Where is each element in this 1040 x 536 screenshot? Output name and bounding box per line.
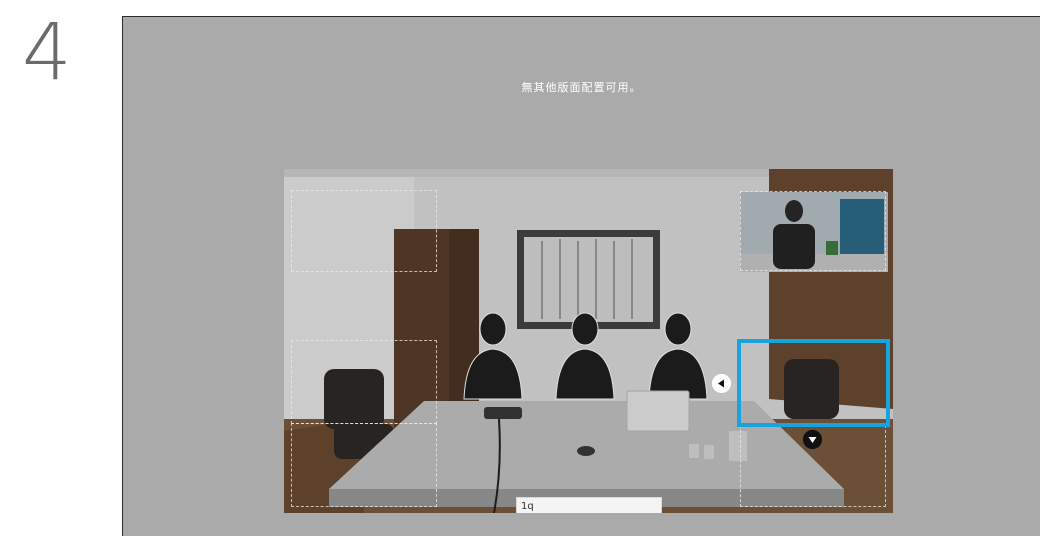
triangle-down-icon <box>803 430 822 449</box>
no-layouts-message: 無其他版面配置可用。 <box>521 81 642 94</box>
layout-slot-top-right[interactable] <box>740 191 886 271</box>
move-left-button[interactable] <box>712 374 731 393</box>
layout-slot-bottom-left[interactable] <box>291 423 437 507</box>
layout-preview: 1q <box>284 169 893 513</box>
selected-layout-slot[interactable] <box>737 339 890 427</box>
touch-screen: 無其他版面配置可用。 1q <box>122 16 1040 536</box>
name-input[interactable]: 1q <box>516 497 662 513</box>
move-down-button[interactable] <box>803 430 822 449</box>
layout-slot-top-left[interactable] <box>291 190 437 272</box>
layout-slot-middle-left[interactable] <box>291 340 437 424</box>
triangle-left-icon <box>712 374 731 393</box>
step-number: 4 <box>22 8 72 98</box>
